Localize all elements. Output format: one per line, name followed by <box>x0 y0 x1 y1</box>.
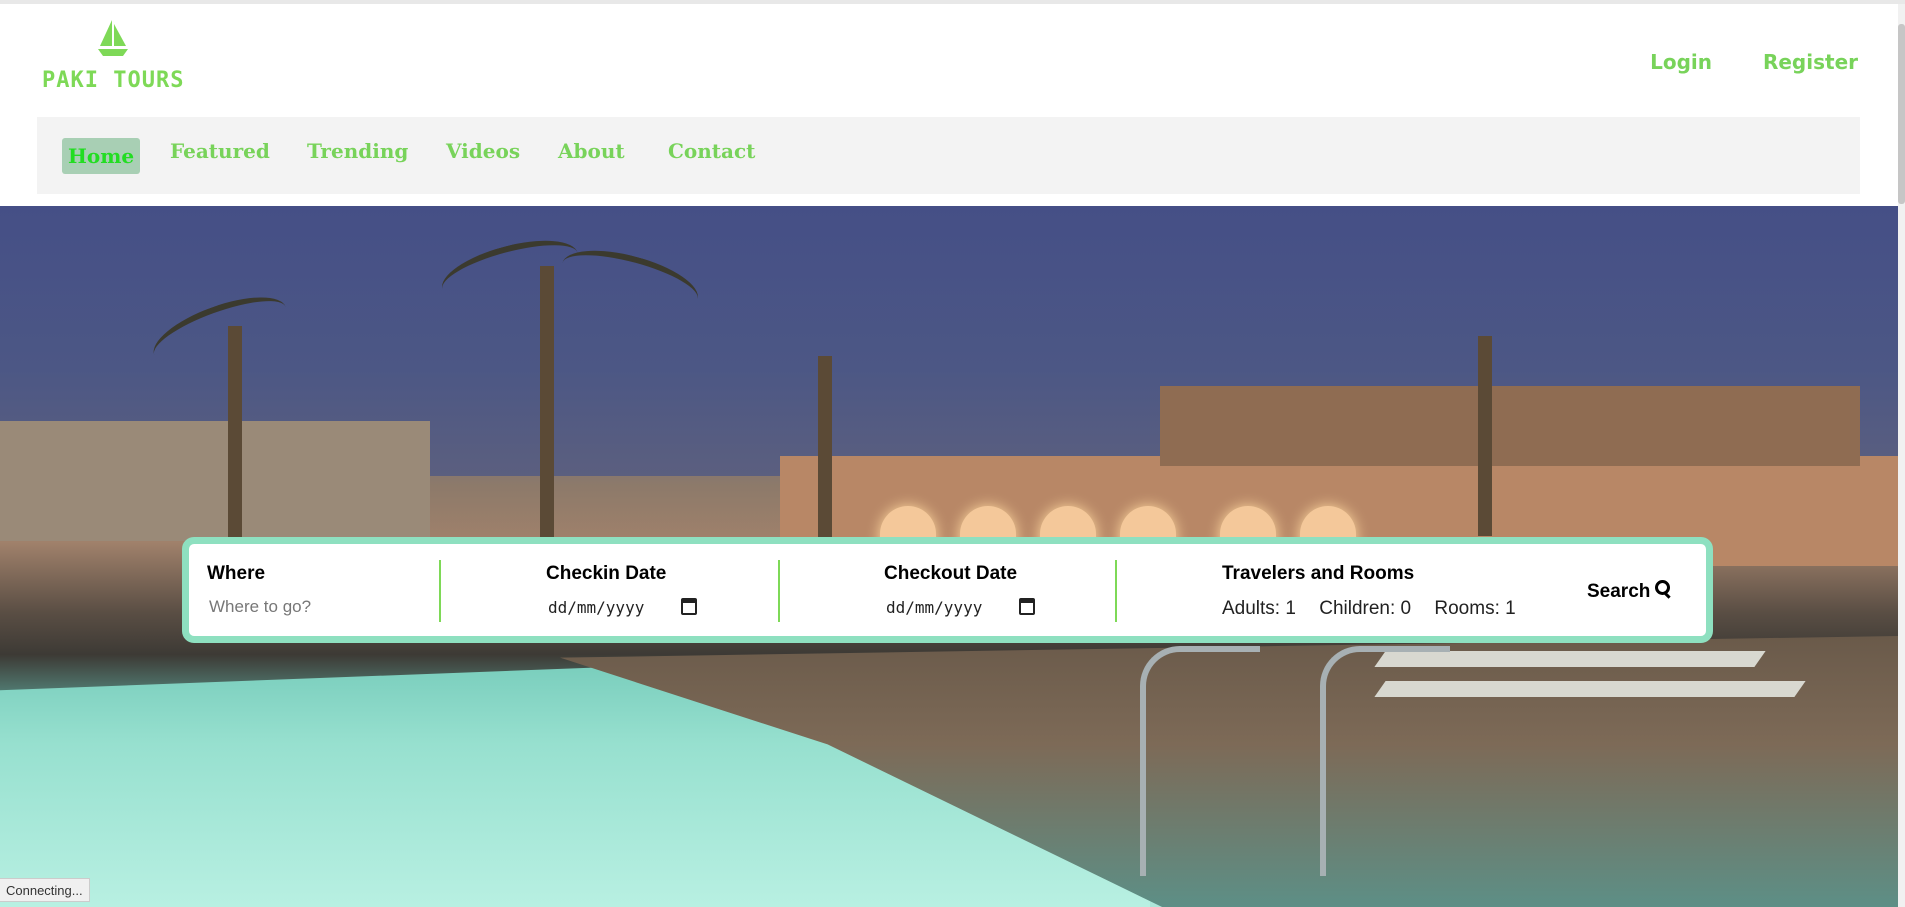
nav-trending[interactable]: Trending <box>307 139 408 163</box>
scrollbar-thumb[interactable] <box>1898 24 1905 204</box>
where-input[interactable] <box>209 594 419 620</box>
search-form: Where Checkin Date dd/mm/yyyy Checkout D… <box>182 537 1713 643</box>
children-count: Children: 0 <box>1319 598 1412 619</box>
main-nav: Home Featured Trending Videos About Cont… <box>37 117 1860 194</box>
checkout-date-input[interactable]: dd/mm/yyyy <box>886 596 1046 620</box>
search-icon <box>1654 580 1672 598</box>
divider <box>778 560 780 622</box>
brand-name: PAKI TOURS <box>42 68 185 93</box>
hero-building-left <box>0 421 430 541</box>
checkin-label: Checkin Date <box>546 563 667 584</box>
browser-status-bar: Connecting... <box>0 878 90 902</box>
register-link[interactable]: Register <box>1763 50 1858 74</box>
hero-palm <box>1478 336 1492 536</box>
travelers-label: Travelers and Rooms <box>1222 563 1415 584</box>
search-button-label: Search <box>1587 581 1651 602</box>
nav-featured[interactable]: Featured <box>170 139 270 163</box>
travelers-values[interactable]: Adults: 1 Children: 0 Rooms: 1 <box>1222 598 1534 620</box>
checkout-field: Checkout Date dd/mm/yyyy <box>884 558 1114 628</box>
site-header: PAKI TOURS Login Register <box>0 4 1898 116</box>
sailboat-icon <box>98 20 128 56</box>
calendar-icon[interactable] <box>681 598 697 615</box>
checkout-label: Checkout Date <box>884 563 1018 584</box>
nav-contact[interactable]: Contact <box>668 139 755 163</box>
checkout-date-value: dd/mm/yyyy <box>886 598 983 617</box>
hero-palm <box>540 266 554 546</box>
checkin-date-value: dd/mm/yyyy <box>548 598 645 617</box>
checkin-date-input[interactable]: dd/mm/yyyy <box>548 596 708 620</box>
checkin-field: Checkin Date dd/mm/yyyy <box>546 558 776 628</box>
auth-links: Login Register <box>1498 50 1898 80</box>
calendar-icon[interactable] <box>1019 598 1035 615</box>
travelers-field[interactable]: Travelers and Rooms Adults: 1 Children: … <box>1222 558 1542 628</box>
hero-palm <box>228 326 242 566</box>
nav-home[interactable]: Home <box>62 138 141 174</box>
hero-pool-rail <box>1320 646 1450 876</box>
hero-building-upper <box>1160 386 1860 466</box>
adults-count: Adults: 1 <box>1222 598 1296 619</box>
rooms-count: Rooms: 1 <box>1434 598 1516 619</box>
divider <box>1115 560 1117 622</box>
page-scrollbar[interactable] <box>1898 4 1905 907</box>
nav-about[interactable]: About <box>558 139 625 163</box>
login-link[interactable]: Login <box>1650 50 1712 74</box>
where-field: Where <box>207 558 437 628</box>
nav-videos[interactable]: Videos <box>446 139 520 163</box>
search-button[interactable]: Search <box>1587 580 1672 603</box>
where-label: Where <box>207 563 266 584</box>
hero-pool-rail <box>1140 646 1260 876</box>
brand-logo[interactable]: PAKI TOURS <box>40 18 200 98</box>
divider <box>439 560 441 622</box>
hero-palm <box>818 356 832 556</box>
